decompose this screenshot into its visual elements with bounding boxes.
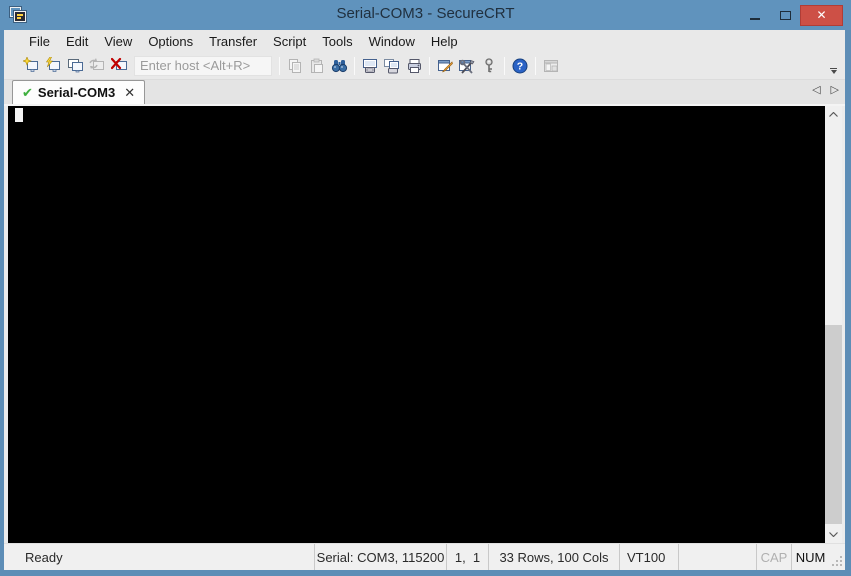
print-selection-icon	[384, 58, 399, 73]
quick-connect-button[interactable]	[42, 55, 64, 77]
key-button[interactable]	[478, 55, 500, 77]
close-icon: ✕	[816, 8, 827, 22]
scrollbar-track[interactable]	[825, 123, 842, 526]
print-screen-icon	[363, 58, 377, 73]
status-num-lock: NUM	[791, 544, 829, 570]
status-bar: Ready Serial: COM3, 115200 1, 1 33 Rows,…	[4, 543, 845, 570]
menu-transfer[interactable]: Transfer	[201, 32, 265, 51]
disconnect-button[interactable]	[108, 55, 130, 77]
connect-in-tab-icon	[67, 59, 83, 73]
menu-bar: File Edit View Options Transfer Script T…	[4, 30, 845, 52]
menu-help[interactable]: Help	[423, 32, 466, 51]
toolbar-separator	[279, 56, 280, 75]
toolbar-overflow-button[interactable]	[828, 68, 839, 74]
reconnect-icon	[88, 58, 104, 70]
resize-grip[interactable]	[829, 544, 845, 570]
toolbar-separator	[429, 56, 430, 75]
connect-button[interactable]	[20, 55, 42, 77]
session-options-icon	[437, 59, 453, 72]
menu-window[interactable]: Window	[361, 32, 423, 51]
minimize-icon	[750, 18, 760, 20]
scroll-down-button[interactable]	[825, 526, 842, 543]
toolbar: ?	[4, 52, 845, 80]
tab-scroll-right-icon[interactable]: ▷	[831, 85, 839, 96]
terminal-region	[4, 106, 845, 543]
quick-connect-icon	[45, 57, 60, 72]
menu-script[interactable]: Script	[265, 32, 314, 51]
menu-file[interactable]: File	[21, 32, 58, 51]
print-button[interactable]	[403, 55, 425, 77]
status-caps-lock: CAP	[756, 544, 791, 570]
toolbar-separator	[535, 56, 536, 75]
status-spacer	[678, 544, 756, 570]
session-options-button[interactable]	[434, 55, 456, 77]
print-icon	[407, 58, 421, 73]
svg-text:?: ?	[517, 60, 523, 72]
securecrt-window: Serial-COM3 - SecureCRT ✕ File Edit View…	[0, 0, 851, 576]
minimize-button[interactable]	[740, 5, 770, 26]
maximize-icon	[779, 10, 791, 20]
connected-check-icon: ✔	[22, 84, 33, 100]
menu-edit[interactable]: Edit	[58, 32, 96, 51]
session-manager-button[interactable]	[540, 55, 562, 77]
help-icon: ?	[512, 58, 528, 73]
tab-label: Serial-COM3	[37, 85, 116, 100]
connect-icon	[22, 57, 38, 72]
session-manager-icon	[543, 59, 558, 72]
vertical-scrollbar[interactable]	[825, 106, 842, 543]
close-button[interactable]: ✕	[800, 4, 843, 26]
resize-grip-icon	[832, 556, 842, 566]
connect-in-tab-button[interactable]	[64, 55, 86, 77]
tab-scroll-left-icon[interactable]: ◁	[812, 85, 820, 96]
copy-icon	[289, 58, 301, 73]
global-options-button[interactable]	[456, 55, 478, 77]
copy-button[interactable]	[284, 55, 306, 77]
terminal-screen[interactable]	[8, 106, 825, 543]
disconnect-icon	[110, 57, 127, 70]
tab-close-icon[interactable]: ✕	[124, 86, 135, 99]
paste-icon	[311, 58, 323, 73]
paste-button[interactable]	[306, 55, 328, 77]
tab-serial-com3[interactable]: ✔ Serial-COM3 ✕	[12, 80, 146, 104]
reconnect-button[interactable]	[86, 55, 108, 77]
chevron-down-icon	[829, 532, 838, 537]
status-terminal-size: 33 Rows, 100 Cols	[488, 544, 619, 570]
status-connection: Serial: COM3, 115200	[314, 544, 446, 570]
print-screen-button[interactable]	[359, 55, 381, 77]
maximize-button[interactable]	[770, 5, 800, 26]
status-emulation: VT100	[619, 544, 678, 570]
toolbar-overflow-icon	[830, 68, 837, 69]
find-button[interactable]	[328, 55, 350, 77]
status-cursor-position: 1, 1	[446, 544, 488, 570]
help-button[interactable]: ?	[509, 55, 531, 77]
terminal-cursor	[15, 108, 23, 122]
menu-view[interactable]: View	[96, 32, 140, 51]
menu-options[interactable]: Options	[140, 32, 201, 51]
global-options-icon	[459, 59, 475, 74]
chevron-up-icon	[829, 112, 838, 117]
status-ready: Ready	[25, 549, 63, 565]
tab-scroll-controls: ◁ ▷	[812, 85, 839, 96]
toolbar-separator	[354, 56, 355, 75]
toolbar-separator	[504, 56, 505, 75]
tab-bar: ✔ Serial-COM3 ✕ ◁ ▷	[4, 80, 845, 106]
host-input[interactable]	[134, 55, 272, 76]
window-controls: ✕	[740, 0, 843, 30]
scroll-up-button[interactable]	[825, 106, 842, 123]
key-icon	[485, 57, 493, 72]
print-selection-button[interactable]	[381, 55, 403, 77]
menu-tools[interactable]: Tools	[314, 32, 360, 51]
window-title: Serial-COM3 - SecureCRT	[336, 5, 515, 22]
title-bar[interactable]: Serial-COM3 - SecureCRT ✕	[0, 0, 851, 30]
find-icon	[331, 59, 347, 72]
scrollbar-thumb[interactable]	[825, 324, 842, 524]
